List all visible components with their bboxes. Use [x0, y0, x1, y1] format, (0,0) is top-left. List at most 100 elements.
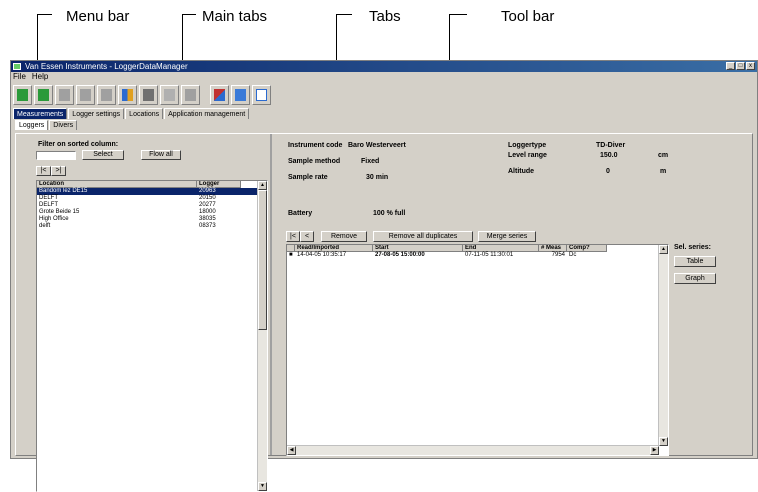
chart-icon	[59, 89, 70, 101]
calendar-icon	[256, 89, 267, 101]
menu-file[interactable]: File	[13, 72, 26, 82]
location-cell: DELFT	[39, 202, 59, 208]
calendar-button[interactable]	[252, 85, 271, 105]
read-imported-cell: 14-04-05 10:35:17	[297, 252, 347, 258]
select-button[interactable]: Select	[82, 150, 124, 160]
callout-tabs: Tabs	[336, 8, 406, 122]
export-icon	[122, 89, 133, 101]
scroll-up-icon[interactable]: ▲	[659, 245, 668, 254]
nav-first-button[interactable]: |<	[36, 166, 51, 176]
sample-rate-label: Sample rate	[288, 174, 328, 181]
annotation-tabs: Tabs	[369, 8, 401, 25]
flow-all-button[interactable]: Flow all	[141, 150, 181, 160]
scroll-up-icon[interactable]: ▲	[258, 181, 267, 190]
logger-detail-panel: Instrument code Baro Westerveert Loggert…	[276, 134, 752, 456]
remove-button[interactable]: Remove	[321, 231, 367, 242]
maximize-button[interactable]: □	[736, 62, 745, 70]
menu-bar: File Help	[11, 72, 757, 82]
level-range-unit: cm	[658, 152, 669, 159]
window-title: Van Essen Instruments - LoggerDataManage…	[25, 62, 188, 71]
column-location[interactable]: Location	[37, 181, 197, 188]
remove-duplicates-button[interactable]: Remove all duplicates	[373, 231, 473, 242]
tab-loggers[interactable]: Loggers	[15, 120, 49, 130]
table-view-button[interactable]: Table	[674, 256, 716, 267]
logger-cell: 20150	[199, 195, 216, 201]
level-range-label: Level range	[508, 152, 547, 159]
logger-settings-button[interactable]	[34, 85, 53, 105]
report-button[interactable]	[210, 85, 229, 105]
location-row[interactable]: Bandom lez DE15 20963	[37, 188, 267, 195]
menu-help[interactable]: Help	[32, 72, 48, 82]
series-horizontal-scrollbar[interactable]: ◀ ▶	[287, 445, 659, 455]
close-button[interactable]: x	[746, 62, 755, 70]
list-icon	[235, 89, 246, 101]
main-tabs: Measurements Logger settings Locations A…	[11, 108, 757, 119]
location-row[interactable]: delft 08373	[37, 223, 267, 230]
scroll-left-icon[interactable]: ◀	[287, 446, 296, 455]
start-cell: 27-08-05 15:00:00	[375, 252, 425, 258]
network-icon	[185, 89, 196, 101]
location-cell: High Office	[39, 216, 69, 222]
tab-divers[interactable]: Divers	[49, 120, 78, 130]
connect-logger-button[interactable]	[13, 85, 32, 105]
scroll-thumb[interactable]	[258, 190, 267, 330]
logger-cell: 08373	[199, 223, 216, 229]
export-button[interactable]	[118, 85, 137, 105]
column-end[interactable]: End	[463, 245, 539, 252]
nav-prev-series-button[interactable]: <	[300, 231, 314, 242]
location-grid: Location Logger Bandom lez DE15 20963 DE…	[36, 180, 268, 492]
sample-rate-value: 30 min	[366, 174, 389, 181]
location-row[interactable]: Grote Beide 15 18000	[37, 209, 267, 216]
compensate-icon	[101, 89, 112, 101]
tab-application-management[interactable]: Application management	[164, 108, 250, 119]
scroll-right-icon[interactable]: ▶	[650, 446, 659, 455]
merge-series-button[interactable]: Merge series	[478, 231, 536, 242]
location-scrollbar[interactable]: ▲ ▼	[257, 181, 267, 491]
series-row[interactable]: ■ 14-04-05 10:35:17 27-08-05 15:00:00 07…	[287, 252, 668, 259]
network-button[interactable]	[181, 85, 200, 105]
tab-measurements[interactable]: Measurements	[13, 108, 68, 119]
tab-locations[interactable]: Locations	[125, 108, 164, 119]
series-vertical-scrollbar[interactable]: ▲ ▼	[658, 245, 668, 446]
annotation-tool-bar: Tool bar	[501, 8, 555, 25]
column-meas[interactable]: # Meas	[539, 245, 567, 252]
thermometer-button[interactable]	[160, 85, 179, 105]
compensate-button[interactable]	[97, 85, 116, 105]
location-row[interactable]: High Office 38035	[37, 216, 267, 223]
minimize-button[interactable]: _	[726, 62, 735, 70]
location-cell: Bandom lez DE15	[39, 188, 88, 194]
column-comp[interactable]: Comp?	[567, 245, 607, 252]
callout-main-tabs: Main tabs	[182, 8, 272, 100]
column-start[interactable]: Start	[373, 245, 463, 252]
column-select[interactable]	[287, 245, 295, 252]
location-panel: Filter on sorted column: Select Flow all…	[16, 134, 272, 492]
column-read-imported[interactable]: Read/Imported	[295, 245, 373, 252]
nav-next-button[interactable]: >|	[51, 166, 66, 176]
list-button[interactable]	[231, 85, 250, 105]
column-logger[interactable]: Logger	[197, 181, 241, 188]
sample-method-label: Sample method	[288, 158, 341, 165]
scroll-down-icon[interactable]: ▼	[258, 482, 267, 491]
nav-first-series-button[interactable]: |<	[286, 231, 300, 242]
chart-button[interactable]	[55, 85, 74, 105]
location-cell: Grote Beide 15	[39, 209, 80, 215]
tool-bar	[11, 82, 757, 108]
altitude-label: Altitude	[508, 168, 535, 175]
level-range-value: 150.0	[600, 152, 618, 159]
graph-button[interactable]	[76, 85, 95, 105]
table-icon	[143, 89, 154, 101]
location-row[interactable]: DELFT 20150	[37, 195, 267, 202]
tab-logger-settings[interactable]: Logger settings	[68, 108, 125, 119]
altitude-unit: m	[660, 168, 667, 175]
logger-cell: 20963	[199, 188, 216, 194]
scroll-down-icon[interactable]: ▼	[659, 437, 668, 446]
series-grid: Read/Imported Start End # Meas Comp? ■ 1…	[286, 244, 669, 456]
filter-input[interactable]	[36, 151, 76, 160]
table-button[interactable]	[139, 85, 158, 105]
graph-view-button[interactable]: Graph	[674, 273, 716, 284]
location-row[interactable]: DELFT 20277	[37, 202, 267, 209]
instrument-code-label: Instrument code	[288, 142, 343, 149]
altitude-value: 0	[606, 168, 610, 175]
callout-tool-bar: Tool bar	[449, 8, 559, 94]
thermometer-icon	[164, 89, 175, 101]
